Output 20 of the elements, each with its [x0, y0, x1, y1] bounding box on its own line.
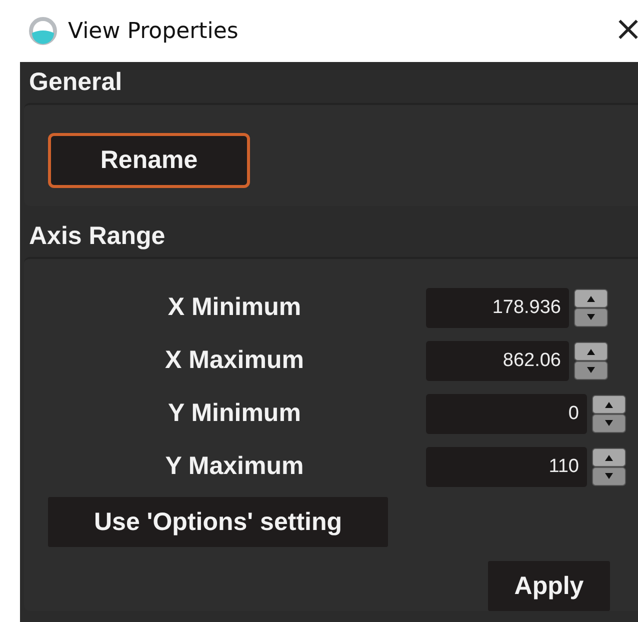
spinner[interactable] [592, 448, 626, 486]
number-field[interactable]: 862.06 [426, 340, 569, 380]
field-label: X Maximum [164, 346, 305, 375]
logo-icon [28, 16, 58, 46]
field-label: Y Minimum [167, 399, 302, 428]
spinner[interactable] [574, 342, 608, 380]
number-field[interactable]: 178.936 [426, 288, 569, 328]
options-button[interactable]: Use 'Options' setting [48, 497, 388, 547]
rename-button[interactable]: Rename [48, 133, 250, 188]
spinner[interactable] [592, 394, 626, 432]
window-title: View Properties [68, 18, 238, 44]
apply-button[interactable]: Apply [488, 561, 610, 611]
field-label: X Minimum [166, 293, 302, 322]
number-field[interactable]: 110 [426, 446, 587, 486]
number-field[interactable]: 0 [426, 394, 587, 434]
section-heading: Axis Range [28, 221, 166, 252]
close-button[interactable]: × [614, 12, 638, 50]
field-label: Y Maximum [164, 452, 305, 481]
section-heading: General [28, 67, 124, 98]
spinner[interactable] [574, 288, 608, 326]
